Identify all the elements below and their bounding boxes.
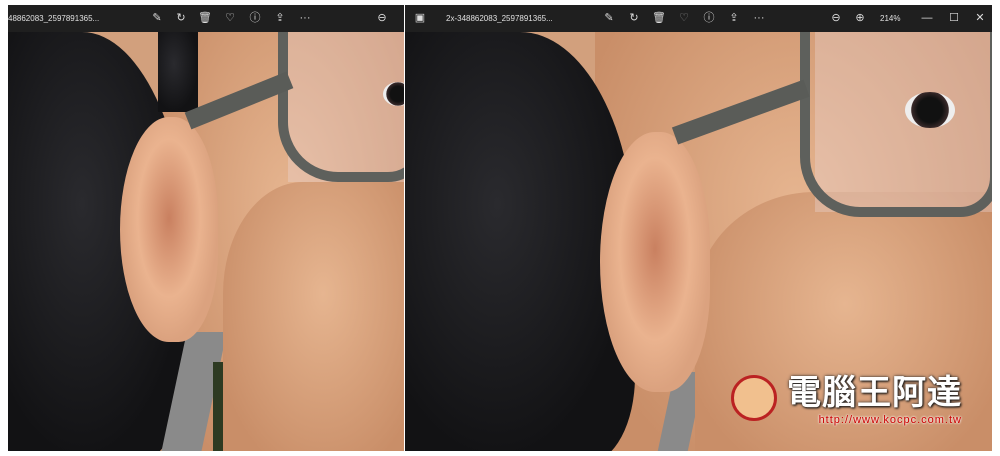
info-icon[interactable]: ⓘ [248,11,262,25]
edit-icon[interactable]: ✎ [150,11,164,25]
close-button[interactable]: ✕ [973,11,987,25]
watermark-logo [731,375,777,421]
edit-icon[interactable]: ✎ [602,11,616,25]
photo-original [8,32,404,451]
app-icon: ▣ [414,12,426,24]
toolbar: ▣ 2x-348862083_2597891365... ✎ ↻ 🗑 ♡ ⓘ ⇪… [405,5,992,32]
info-icon[interactable]: ⓘ [702,11,716,25]
minimize-button[interactable]: — [920,11,934,25]
more-button[interactable]: ··· [298,11,312,25]
rotate-icon[interactable]: ↻ [627,11,641,25]
more-button[interactable]: ··· [752,11,766,25]
zoom-level[interactable]: 214% [880,14,900,23]
watermark: 電腦王阿達 http://www.kocpc.com.tw [787,365,962,426]
zoom-out-icon[interactable]: ⊖ [375,11,389,25]
zoom-in-icon[interactable]: ⊕ [853,11,867,25]
watermark-url: http://www.kocpc.com.tw [818,414,962,426]
maximize-button[interactable]: ☐ [947,11,961,25]
favorite-icon[interactable]: ♡ [223,11,237,25]
share-icon[interactable]: ⇪ [727,11,741,25]
toolbar: 48862083_2597891365... ✎ ↻ 🗑 ♡ ⓘ ⇪ ··· ⊖ [8,5,404,32]
zoom-out-icon[interactable]: ⊖ [829,11,843,25]
file-title: 2x-348862083_2597891365... [446,14,553,23]
favorite-icon[interactable]: ♡ [677,11,691,25]
file-title: 48862083_2597891365... [8,14,100,23]
share-icon[interactable]: ⇪ [273,11,287,25]
rotate-icon[interactable]: ↻ [174,11,188,25]
watermark-text: 電腦王阿達 [787,373,962,413]
photos-window-right: ▣ 2x-348862083_2597891365... ✎ ↻ 🗑 ♡ ⓘ ⇪… [405,5,992,451]
delete-icon[interactable]: 🗑 [652,11,666,25]
photos-window-left: 48862083_2597891365... ✎ ↻ 🗑 ♡ ⓘ ⇪ ··· ⊖ [8,5,404,451]
delete-icon[interactable]: 🗑 [198,11,212,25]
